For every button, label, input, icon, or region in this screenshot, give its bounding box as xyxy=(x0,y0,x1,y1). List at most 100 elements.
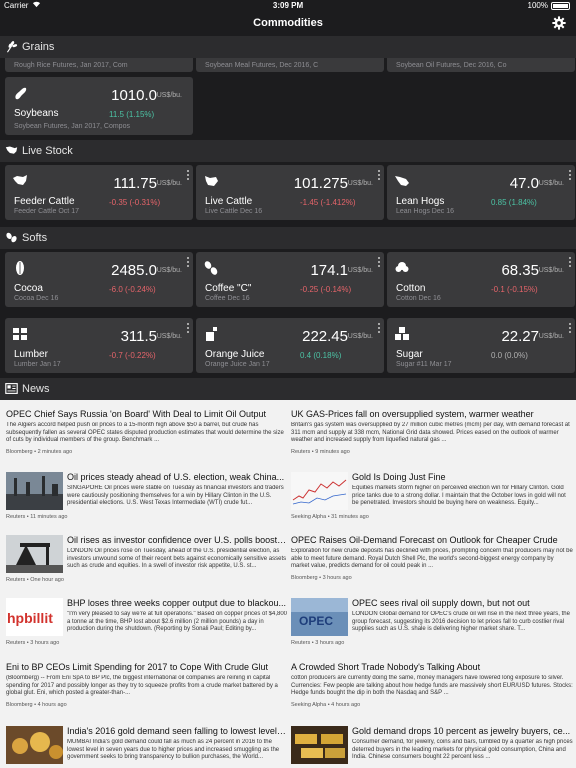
gold-jewelry-image xyxy=(6,726,63,764)
card-subtitle: Cotton Dec 16 xyxy=(396,295,441,302)
card-sugar[interactable]: 22.27 US$/bu. Sugar 0.0 (0.0%) Sugar #11… xyxy=(387,318,575,373)
news-source: Reuters • 3 hours ago xyxy=(6,640,60,646)
card-change: 11.5 (1.15%) xyxy=(109,110,155,119)
more-options-icon[interactable] xyxy=(186,170,190,182)
svg-text:OPEC: OPEC xyxy=(299,614,333,628)
news-title: Oil prices steady ahead of U.S. election… xyxy=(67,472,285,482)
section-header-grains: Grains xyxy=(0,36,576,58)
card-unit: US$/bu. xyxy=(156,92,182,99)
card-orange-juice[interactable]: 222.45 US$/bu. Orange Juice 0.4 (0.18%) … xyxy=(196,318,384,373)
beans-icon xyxy=(6,232,17,243)
card-name: Orange Juice xyxy=(205,349,265,360)
news-item[interactable]: Eni to BP CEOs Limit Spending for 2017 t… xyxy=(6,662,288,708)
news-summary: Consumer demand, for jewelry, coins and … xyxy=(352,739,573,761)
news-source: Bloomberg • 2 minutes ago xyxy=(6,449,73,455)
news-source: Reuters • One hour ago xyxy=(6,577,64,583)
news-item[interactable]: OPEC OPEC sees rival oil supply down, bu… xyxy=(291,598,573,650)
juice-glass-icon xyxy=(206,327,217,341)
card-unit: US$/bu. xyxy=(538,267,564,274)
oil-pumpjack-image xyxy=(6,535,63,573)
card-soybean-oil[interactable]: Soybean Oil Futures, Dec 2016, Co xyxy=(387,58,575,72)
card-change: 0.0 (0.0%) xyxy=(491,351,528,360)
news-item[interactable]: hpbillit BHP loses three weeks copper ou… xyxy=(6,598,288,650)
battery-percent: 100% xyxy=(527,1,548,10)
svg-text:hpbillit: hpbillit xyxy=(7,610,53,626)
card-price: 1010.0 xyxy=(111,87,157,104)
news-summary: cotton producers are currently doing the… xyxy=(291,675,573,697)
card-price: 68.35 xyxy=(501,262,539,279)
news-summary: MUMBAI India's gold demand could fall as… xyxy=(67,739,280,761)
card-name: Soybeans xyxy=(14,108,59,119)
card-rough-rice[interactable]: Rough Rice Futures, Jan 2017, Com xyxy=(5,58,193,72)
section-title: News xyxy=(22,383,50,395)
news-title: OPEC Raises Oil-Demand Forecast on Outlo… xyxy=(291,535,558,545)
card-price: 174.1 xyxy=(310,262,348,279)
news-title: BHP loses three weeks copper output due … xyxy=(67,598,286,608)
more-options-icon[interactable] xyxy=(186,323,190,335)
news-summary: SINGAPORE Oil prices were stable on Tues… xyxy=(67,485,284,507)
card-name: Cotton xyxy=(396,283,426,294)
settings-gear-icon[interactable] xyxy=(552,16,566,30)
card-unit: US$/bu. xyxy=(156,180,182,187)
news-source: Reuters • 11 minutes ago xyxy=(6,514,68,520)
card-unit: US$/bu. xyxy=(156,267,182,274)
hog-icon xyxy=(395,176,409,186)
card-price: 47.0 xyxy=(509,175,539,192)
news-summary: LONDON Global demand for OPEC's crude oi… xyxy=(352,611,570,633)
card-feeder-cattle[interactable]: 111.75 US$/bu. Feeder Cattle -0.35 (-0.3… xyxy=(5,165,193,220)
card-live-cattle[interactable]: 101.275 US$/bu. Live Cattle -1.45 (-1.41… xyxy=(196,165,384,220)
section-header-softs: Softs xyxy=(0,227,576,249)
news-summary: The Algiers accord helped push oil price… xyxy=(6,422,284,444)
card-subtitle: Coffee Dec 16 xyxy=(205,295,250,302)
card-name: Lean Hogs xyxy=(396,196,445,207)
more-options-icon[interactable] xyxy=(568,257,572,269)
news-title: A Crowded Short Trade Nobody's Talking A… xyxy=(291,662,481,672)
card-coffee[interactable]: 174.1 US$/bu. Coffee "C" -0.25 (-0.14%) … xyxy=(196,252,384,307)
card-subtitle: Orange Juice Jan 17 xyxy=(205,361,270,368)
news-title: Oil rises as investor confidence over U.… xyxy=(67,535,288,545)
news-source: Seeking Alpha • 31 minutes ago xyxy=(291,514,369,520)
news-item[interactable]: Gold Is Doing Just Fine Equities markets… xyxy=(291,472,573,524)
card-name: Feeder Cattle xyxy=(14,196,75,207)
more-options-icon[interactable] xyxy=(568,323,572,335)
card-subtitle: Soybean Oil Futures, Dec 2016, Co xyxy=(396,62,507,69)
card-lean-hogs[interactable]: 47.0 US$/bu. Lean Hogs 0.85 (1.84%) Lean… xyxy=(387,165,575,220)
card-unit: US$/bu. xyxy=(538,333,564,340)
card-change: -0.7 (-0.22%) xyxy=(109,351,156,360)
news-item[interactable]: India's 2016 gold demand seen falling to… xyxy=(6,726,288,768)
more-options-icon[interactable] xyxy=(377,323,381,335)
card-unit: US$/bu. xyxy=(347,180,373,187)
section-title: Grains xyxy=(22,41,55,53)
more-options-icon[interactable] xyxy=(568,170,572,182)
soybean-icon xyxy=(15,87,27,100)
more-options-icon[interactable] xyxy=(186,257,190,269)
card-soybean-meal[interactable]: Soybean Meal Futures, Dec 2016, C xyxy=(196,58,384,72)
news-title: OPEC Chief Says Russia 'on Board' With D… xyxy=(6,409,267,419)
news-item[interactable]: OPEC Chief Says Russia 'on Board' With D… xyxy=(6,409,288,455)
bhp-billiton-logo-image: hpbillit xyxy=(6,598,63,636)
news-item[interactable]: Oil rises as investor confidence over U.… xyxy=(6,535,288,587)
news-summary: Equities markets storm higher on perceiv… xyxy=(352,485,566,507)
card-price: 111.75 xyxy=(113,175,157,192)
card-subtitle: Soybean Futures, Jan 2017, Compos xyxy=(14,123,130,130)
card-soybeans[interactable]: 1010.0 US$/bu. Soybeans 11.5 (1.15%) Soy… xyxy=(5,77,193,135)
news-item[interactable]: A Crowded Short Trade Nobody's Talking A… xyxy=(291,662,573,708)
news-item[interactable]: Gold demand drops 10 percent as jewelry … xyxy=(291,726,573,768)
news-item[interactable]: Oil prices steady ahead of U.S. election… xyxy=(6,472,288,524)
coffee-beans-icon xyxy=(204,261,218,275)
card-lumber[interactable]: 311.5 US$/bu. Lumber -0.7 (-0.22%) Lumbe… xyxy=(5,318,193,373)
clock: 3:09 PM xyxy=(272,1,304,10)
news-item[interactable]: UK GAS-Prices fall on oversupplied syste… xyxy=(291,409,573,455)
refinery-image xyxy=(6,472,63,510)
card-subtitle: Live Cattle Dec 16 xyxy=(205,208,263,215)
card-change: -0.25 (-0.14%) xyxy=(300,285,352,294)
opec-logo-image: OPEC xyxy=(291,598,348,636)
card-cocoa[interactable]: 2485.0 US$/bu. Cocoa -6.0 (-0.24%) Cocoa… xyxy=(5,252,193,307)
more-options-icon[interactable] xyxy=(377,257,381,269)
card-subtitle: Cocoa Dec 16 xyxy=(14,295,59,302)
more-options-icon[interactable] xyxy=(377,170,381,182)
card-cotton[interactable]: 68.35 US$/bu. Cotton -0.1 (-0.15%) Cotto… xyxy=(387,252,575,307)
news-item[interactable]: OPEC Raises Oil-Demand Forecast on Outlo… xyxy=(291,535,573,581)
card-unit: US$/bu. xyxy=(156,333,182,340)
card-price: 311.5 xyxy=(120,328,157,345)
